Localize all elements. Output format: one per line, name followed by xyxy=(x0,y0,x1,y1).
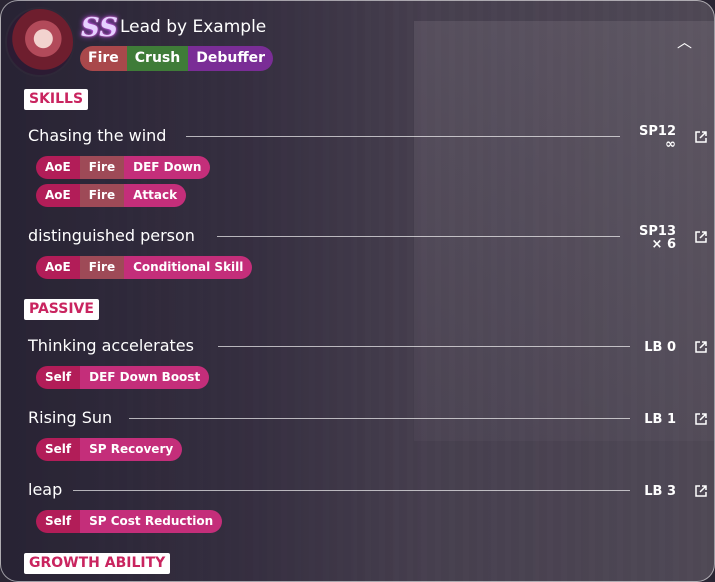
skill-cost: SP13 × 6 xyxy=(628,225,676,251)
effect-type: SP Recovery xyxy=(80,438,183,461)
tag-element: Fire xyxy=(80,46,127,71)
tag-role: Debuffer xyxy=(188,46,274,71)
divider-line xyxy=(218,346,630,347)
use-count: × 6 xyxy=(651,237,676,252)
passive-row[interactable]: Thinking accelerates LB 0 xyxy=(28,335,714,359)
chevron-up-icon[interactable]: ︿ xyxy=(677,31,692,52)
effect-target: AoE xyxy=(36,184,80,207)
divider-line xyxy=(186,136,620,137)
effect-type: SP Cost Reduction xyxy=(80,510,223,533)
character-avatar xyxy=(5,7,75,77)
skill-row[interactable]: Chasing the wind SP12 ∞ xyxy=(28,125,714,151)
use-count: ∞ xyxy=(665,137,676,152)
external-link-icon[interactable] xyxy=(695,341,707,353)
effect-target: AoE xyxy=(36,256,80,279)
effect-target: Self xyxy=(36,366,81,389)
passive-name: leap xyxy=(28,480,63,499)
effect-target: AoE xyxy=(36,156,80,179)
character-card: SS Lead by Example ︿ Fire Crush Debuffer… xyxy=(0,0,715,582)
effect-element: Fire xyxy=(79,184,125,207)
effect-element: Fire xyxy=(79,256,125,279)
rank-badge: SS xyxy=(81,13,118,43)
section-passive: PASSIVE xyxy=(24,299,99,320)
character-title: Lead by Example xyxy=(120,17,267,37)
external-link-icon[interactable] xyxy=(695,485,707,497)
effect-target: Self xyxy=(36,438,81,461)
external-link-icon[interactable] xyxy=(695,231,707,243)
tag-damage-type: Crush xyxy=(126,46,189,71)
effect-element: Fire xyxy=(79,156,125,179)
limit-break: LB 0 xyxy=(644,340,676,355)
passive-name: Thinking accelerates xyxy=(28,336,194,355)
effect-type: Attack xyxy=(124,184,187,207)
effect-tags: AoE Fire Attack xyxy=(36,184,187,207)
external-link-icon[interactable] xyxy=(695,413,707,425)
passive-row[interactable]: leap LB 3 xyxy=(28,479,714,503)
effect-tags: Self SP Cost Reduction xyxy=(36,510,223,533)
skill-cost: SP12 ∞ xyxy=(628,125,676,151)
skill-row[interactable]: distinguished person SP13 × 6 xyxy=(28,225,714,251)
skill-name: distinguished person xyxy=(28,226,195,245)
effect-target: Self xyxy=(36,510,81,533)
skill-name: Chasing the wind xyxy=(28,126,167,145)
passive-name: Rising Sun xyxy=(28,408,113,427)
attribute-tags: Fire Crush Debuffer xyxy=(80,46,274,71)
external-link-icon[interactable] xyxy=(695,131,707,143)
effect-tags: AoE Fire Conditional Skill xyxy=(36,256,253,279)
divider-line xyxy=(129,418,630,419)
effect-tags: Self DEF Down Boost xyxy=(36,366,210,389)
limit-break: LB 1 xyxy=(644,412,676,427)
limit-break: LB 3 xyxy=(644,484,676,499)
passive-row[interactable]: Rising Sun LB 1 xyxy=(28,407,714,431)
effect-type: DEF Down Boost xyxy=(80,366,210,389)
effect-type: Conditional Skill xyxy=(124,256,253,279)
divider-line xyxy=(217,236,620,237)
effect-type: DEF Down xyxy=(124,156,211,179)
divider-line xyxy=(73,490,630,491)
effect-tags: Self SP Recovery xyxy=(36,438,183,461)
section-skills: SKILLS xyxy=(24,89,89,110)
effect-tags: AoE Fire DEF Down xyxy=(36,156,211,179)
